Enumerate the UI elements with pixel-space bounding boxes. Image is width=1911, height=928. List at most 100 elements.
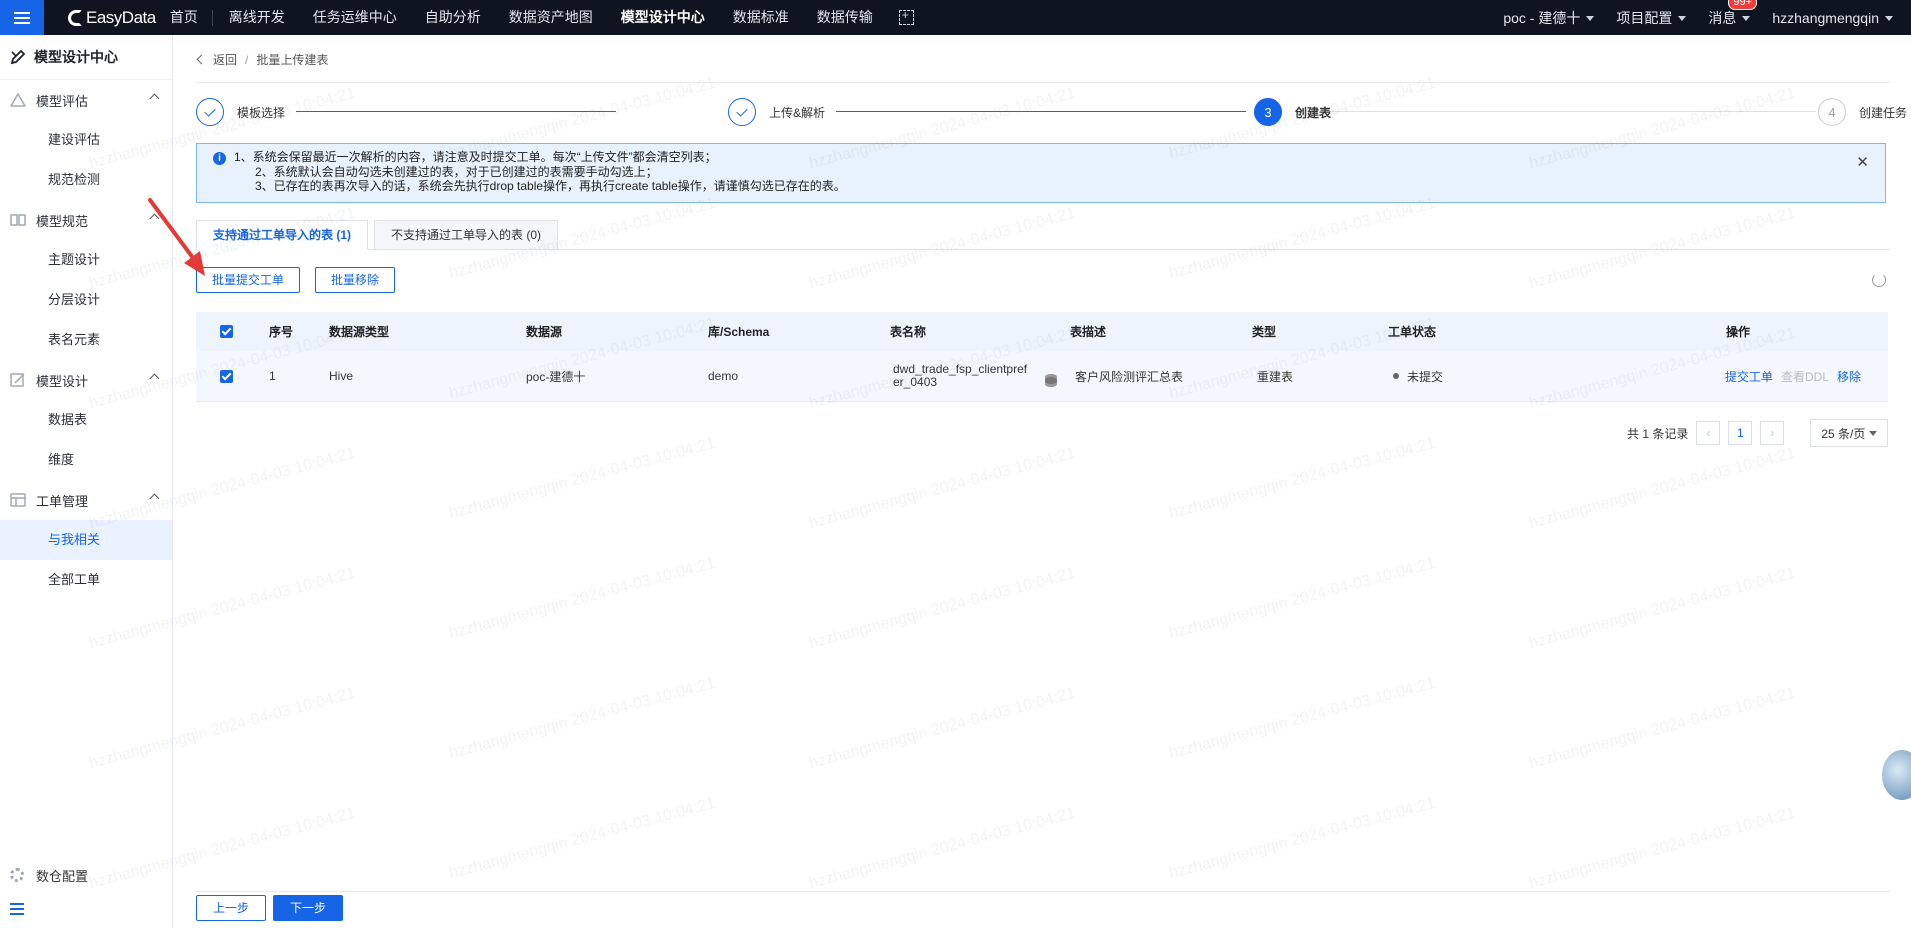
menu-icon[interactable] bbox=[0, 0, 44, 35]
sidebar-item-all-tickets[interactable]: 全部工单 bbox=[0, 560, 172, 600]
header-source-type: 数据源类型 bbox=[329, 325, 390, 339]
header-description: 表描述 bbox=[1070, 325, 1107, 339]
brand-logo[interactable]: EasyData bbox=[68, 8, 156, 28]
divider bbox=[196, 82, 1890, 83]
info-alert: i 1、系统会保留最近一次解析的内容，请注意及时提交工单。每次“上传文件”都会清… bbox=[196, 143, 1886, 203]
header-actions: 操作 bbox=[1726, 325, 1751, 339]
next-step-button[interactable]: 下一步 bbox=[273, 895, 344, 921]
sidebar-group-model-design[interactable]: 模型设计 bbox=[0, 360, 172, 400]
sidebar-item-layer-design[interactable]: 分层设计 bbox=[0, 280, 172, 320]
tab-supported-tables[interactable]: 支持通过工单导入的表 (1) bbox=[196, 220, 368, 250]
chevron-down-icon bbox=[1742, 15, 1751, 21]
view-ddl-link: 查看DDL bbox=[1781, 369, 1830, 384]
sidebar-group-model-spec[interactable]: 模型规范 bbox=[0, 200, 172, 240]
cell-table-name: dwd_trade_fsp_clientprefer_0403 bbox=[893, 362, 1028, 389]
warning-triangle-icon bbox=[10, 93, 26, 107]
sidebar-item-table-name-element[interactable]: 表名元素 bbox=[0, 320, 172, 360]
select-all-checkbox[interactable] bbox=[220, 325, 233, 338]
chevron-down-icon bbox=[1885, 15, 1893, 21]
pencil-ruler-icon bbox=[10, 49, 26, 65]
sidebar-group-ticket-mgmt[interactable]: 工单管理 bbox=[0, 480, 172, 520]
sidebar-item-build-eval[interactable]: 建设评估 bbox=[0, 120, 172, 160]
sidebar-item-dimension[interactable]: 维度 bbox=[0, 440, 172, 480]
next-page-button[interactable]: › bbox=[1760, 421, 1785, 445]
sidebar-item-related-to-me[interactable]: 与我相关 bbox=[0, 520, 172, 560]
remove-link[interactable]: 移除 bbox=[1837, 368, 1861, 385]
alert-line: 1、系统会保留最近一次解析的内容，请注意及时提交工单。每次“上传文件”都会清空列… bbox=[234, 150, 717, 164]
step-create-table: 3 创建表 bbox=[1254, 97, 1331, 127]
messages-menu[interactable]: 消息 99+ bbox=[1708, 0, 1758, 28]
tables-table: 序号 数据源类型 数据源 库/Schema 表名称 表描述 类型 工单状态 操作… bbox=[196, 312, 1888, 402]
cell-status: 未提交 bbox=[1407, 369, 1444, 384]
step-create-task: 4 创建任务 bbox=[1818, 97, 1907, 127]
cell-source-type: Hive bbox=[329, 369, 354, 383]
nav-item-offline-dev[interactable]: 离线开发 bbox=[229, 0, 285, 35]
prev-step-button[interactable]: 上一步 bbox=[196, 895, 267, 921]
step-connector bbox=[836, 111, 1246, 112]
chevron-up-icon bbox=[149, 213, 160, 224]
sidebar-item-warehouse-config[interactable]: 数仓配置 bbox=[0, 855, 172, 895]
cell-source: poc-建德十 bbox=[526, 369, 586, 384]
collapse-sidebar-icon[interactable] bbox=[10, 903, 24, 915]
chevron-down-icon bbox=[1586, 15, 1595, 21]
batch-remove-button[interactable]: 批量移除 bbox=[315, 267, 396, 293]
project-switcher[interactable]: poc - 建德十 bbox=[1503, 8, 1595, 28]
database-icon[interactable] bbox=[1045, 373, 1057, 387]
sidebar-item-topic-design[interactable]: 主题设计 bbox=[0, 240, 172, 280]
step-number: 4 bbox=[1818, 98, 1846, 126]
nav-item-model-design[interactable]: 模型设计中心 bbox=[621, 0, 705, 35]
step-connector bbox=[296, 111, 616, 112]
cell-index: 1 bbox=[269, 369, 276, 383]
step-connector bbox=[1326, 111, 1816, 112]
prev-page-button[interactable]: ‹ bbox=[1696, 421, 1721, 445]
edit-icon bbox=[10, 373, 25, 387]
gear-icon bbox=[10, 868, 24, 882]
status-dot bbox=[1393, 373, 1399, 379]
grid-table-icon bbox=[10, 493, 26, 507]
header-source: 数据源 bbox=[526, 325, 563, 339]
pagination-total: 共 1 条记录 bbox=[1627, 426, 1689, 441]
page-button[interactable]: 1 bbox=[1728, 421, 1753, 445]
tab-unsupported-tables[interactable]: 不支持通过工单导入的表 (0) bbox=[374, 220, 558, 250]
pagination: 共 1 条记录 ‹ 1 › 25 条/页 bbox=[1627, 419, 1889, 447]
cell-type: 重建表 bbox=[1257, 369, 1294, 384]
breadcrumb-current: 批量上传建表 bbox=[256, 53, 329, 67]
sidebar-group-model-eval[interactable]: 模型评估 bbox=[0, 80, 172, 120]
user-menu[interactable]: hzzhangmengqin bbox=[1772, 10, 1893, 26]
book-icon bbox=[10, 214, 26, 226]
project-config-menu[interactable]: 项目配置 bbox=[1616, 8, 1687, 28]
nav-item-home[interactable]: 首页 bbox=[170, 0, 198, 35]
batch-submit-button[interactable]: 批量提交工单 bbox=[196, 267, 301, 293]
nav-divider bbox=[211, 9, 213, 26]
nav-item-data-standard[interactable]: 数据标准 bbox=[733, 0, 789, 35]
nav-item-task-ops[interactable]: 任务运维中心 bbox=[313, 0, 397, 35]
easydata-logo-icon bbox=[68, 9, 82, 26]
chevron-up-icon bbox=[149, 93, 160, 104]
page-size-select[interactable]: 25 条/页 bbox=[1810, 419, 1889, 447]
close-icon[interactable]: ✕ bbox=[1856, 155, 1869, 171]
chevron-up-icon bbox=[149, 373, 160, 384]
breadcrumb-separator: / bbox=[245, 52, 249, 67]
chevron-down-icon bbox=[1869, 430, 1878, 436]
add-app-icon[interactable] bbox=[898, 8, 914, 25]
check-icon bbox=[728, 98, 756, 126]
step-number: 3 bbox=[1254, 98, 1282, 126]
alert-line: 2、系统默认会自动勾选未创建过的表，对于已创建过的表需要手动勾选上； bbox=[255, 164, 658, 179]
nav-item-data-transfer[interactable]: 数据传输 bbox=[817, 0, 873, 35]
chevron-up-icon bbox=[149, 493, 160, 504]
table-row[interactable]: 1 Hive poc-建德十 demo dwd_trade_fsp_client… bbox=[196, 351, 1888, 402]
sidebar-item-data-table[interactable]: 数据表 bbox=[0, 400, 172, 440]
sidebar-item-spec-check[interactable]: 规范检测 bbox=[0, 160, 172, 200]
header-schema: 库/Schema bbox=[708, 325, 770, 339]
sidebar: 模型设计中心 模型评估 建设评估 规范检测 模型规范 主题设计 分层设计 表名元… bbox=[0, 35, 173, 928]
nav-item-asset-map[interactable]: 数据资产地图 bbox=[509, 0, 593, 35]
submit-ticket-link[interactable]: 提交工单 bbox=[1725, 368, 1773, 385]
nav-item-self-analysis[interactable]: 自助分析 bbox=[425, 0, 481, 35]
row-checkbox[interactable] bbox=[220, 369, 233, 383]
check-icon bbox=[196, 98, 224, 126]
header-table-name: 表名称 bbox=[890, 325, 927, 339]
refresh-icon[interactable] bbox=[1872, 273, 1886, 287]
back-link[interactable]: 返回 bbox=[198, 51, 237, 68]
steps-progress: 模板选择 上传&解析 3 创建表 4 创建任务 bbox=[196, 97, 1907, 127]
header-status: 工单状态 bbox=[1388, 325, 1437, 339]
